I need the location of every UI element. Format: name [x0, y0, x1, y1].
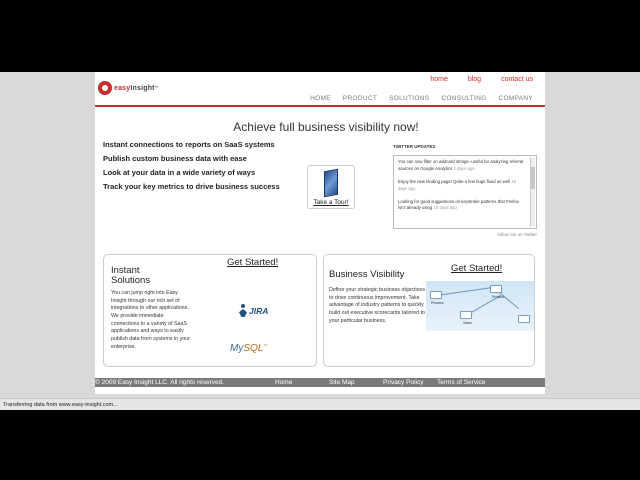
- logo-icon: [98, 81, 112, 95]
- diagram-connector: [436, 286, 494, 296]
- nav-home[interactable]: HOME: [310, 95, 331, 102]
- easy-insight-logo[interactable]: easyInsight™: [98, 81, 159, 95]
- logo-text-easy: easy: [114, 84, 131, 92]
- tweet: Looking for good suggestions on keystrok…: [398, 199, 526, 213]
- browser-status-bar: Transferring data from www.easy-insight.…: [0, 398, 640, 410]
- card-body: You can jump right into Easy Insight thr…: [111, 290, 190, 350]
- header-divider: [95, 105, 545, 107]
- take-a-tour-link[interactable]: Take a Tour!: [308, 199, 354, 206]
- nav-consulting[interactable]: CONSULTING: [441, 95, 486, 102]
- mysql-tm: ™: [263, 343, 268, 348]
- mysql-text-my: My: [230, 343, 244, 354]
- diagram-label: Process: [431, 301, 444, 305]
- web-page: easyInsight™ home blog contact us HOME P…: [95, 72, 545, 394]
- card-heading: Business Visibility: [329, 269, 405, 280]
- feature-item: Track your key metrics to drive business…: [103, 182, 280, 191]
- diagram-node: [518, 315, 530, 323]
- logo-text-insight: Insight: [130, 84, 155, 92]
- jira-logo: JIRA: [239, 304, 268, 318]
- tweet: Enjoy the new landing page! Quite a few …: [398, 179, 526, 193]
- main-nav: HOME PRODUCT SOLUTIONS CONSULTING COMPAN…: [310, 95, 533, 102]
- follow-twitter-link[interactable]: follow me on Twitter: [393, 232, 537, 237]
- feature-item: Publish custom business data with ease: [103, 154, 247, 163]
- mysql-logo: MySQL™: [230, 343, 267, 354]
- feature-list: Instant connections to reports on SaaS s…: [103, 140, 280, 196]
- business-visibility-card: Business Visibility Get Started! Define …: [323, 254, 535, 367]
- home-link[interactable]: home: [430, 76, 448, 83]
- mysql-text-sql: SQL: [243, 343, 264, 354]
- card-body: Define your strategic business objective…: [329, 287, 425, 324]
- scrollbar-thumb[interactable]: [531, 167, 535, 189]
- diagram-label: Sales: [463, 321, 472, 325]
- tweet-text: Enjoy the new landing page! Quite a few …: [398, 178, 511, 184]
- jira-icon: [239, 304, 247, 318]
- diagram-label: Product: [492, 295, 505, 299]
- twitter-updates: TWITTER UPDATES You can now filter on wi…: [393, 144, 537, 237]
- tweet: You can now filter on wildcard strings--…: [398, 159, 526, 173]
- nav-product[interactable]: PRODUCT: [343, 95, 377, 102]
- diagram-node: [430, 291, 442, 299]
- tweet-time: 4 days ago: [453, 165, 475, 171]
- get-started-link[interactable]: Get Started!: [451, 263, 502, 274]
- copyright: © 2009 Easy Insight LLC. All rights rese…: [95, 379, 225, 386]
- jira-text: JIRA: [249, 306, 269, 316]
- take-a-tour-button[interactable]: Take a Tour!: [307, 165, 355, 209]
- footer-privacy-link[interactable]: Privacy Policy: [383, 379, 423, 386]
- instant-solutions-card: Instant Solutions Get Started! You can j…: [103, 254, 317, 367]
- top-links: home blog contact us: [430, 76, 533, 83]
- footer-sitemap-link[interactable]: Site Map: [329, 379, 355, 386]
- twitter-scrollbar[interactable]: [530, 157, 535, 227]
- tweet-time: 18 days ago: [433, 205, 457, 211]
- get-started-link[interactable]: Get Started!: [227, 257, 278, 268]
- feature-item: Look at your data in a wide variety of w…: [103, 168, 256, 177]
- diagram-node: [490, 285, 502, 293]
- card-heading: Instant Solutions: [111, 265, 151, 286]
- nav-company[interactable]: COMPANY: [499, 95, 533, 102]
- feature-item: Instant connections to reports on SaaS s…: [103, 140, 275, 149]
- footer-terms-link[interactable]: Terms of Service: [437, 379, 485, 386]
- page-headline: Achieve full business visibility now!: [233, 120, 419, 134]
- logo-tm: ™: [154, 84, 159, 90]
- contact-us-link[interactable]: contact us: [501, 76, 533, 83]
- browser-viewport: easyInsight™ home blog contact us HOME P…: [0, 72, 640, 410]
- twitter-title: TWITTER UPDATES: [393, 144, 436, 149]
- blog-link[interactable]: blog: [468, 76, 481, 83]
- strategy-diagram-image: Product Process Sales: [426, 281, 534, 331]
- tour-graphic-icon: [324, 168, 338, 198]
- nav-solutions[interactable]: SOLUTIONS: [389, 95, 429, 102]
- footer-home-link[interactable]: Home: [275, 379, 292, 386]
- twitter-feed[interactable]: You can now filter on wildcard strings--…: [393, 155, 537, 229]
- page-footer: © 2009 Easy Insight LLC. All rights rese…: [95, 378, 545, 387]
- diagram-node: [460, 311, 472, 319]
- status-text: Transferring data from www.easy-insight.…: [3, 402, 118, 408]
- tweet-text: Looking for good suggestions on keystrok…: [398, 198, 520, 211]
